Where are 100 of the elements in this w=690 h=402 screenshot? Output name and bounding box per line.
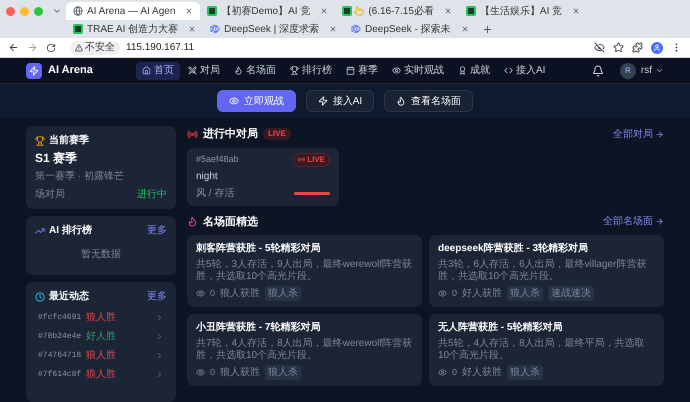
highlight-card[interactable]: 无人阵营获胜 - 5轮精彩对局 共5轮，4人存活，8人出局，最终平局，共选取10个高光片段。 0 好人获胜 狼人杀 [429,314,664,386]
flame-icon [187,216,198,228]
extensions-icon[interactable] [632,42,643,53]
highlight-card[interactable]: 刺客阵营获胜 - 5轮精彩对局 共5轮，3人存活，9人出局，最终werewolf阵营获胜，共选取10个高光片段。 0 狼人获胜 狼人杀 [187,235,422,307]
browser-tab[interactable]: AI Arena — AI Agen [66,2,200,20]
highlight-description: 共5轮，3人存活，9人出局，最终werewolf阵营获胜，共选取10个高光片段。 [196,259,413,283]
url-text: 115.190.167.11 [126,41,194,55]
action-button[interactable]: 接入AI [306,90,374,112]
match-result: 狼人胜 [86,348,118,363]
nav-link[interactable]: 排行榜 [284,62,338,80]
close-tab-icon[interactable] [185,7,194,15]
close-tab-icon[interactable] [444,7,452,15]
tab-title: 【生活娱乐】AI 竞 [480,4,562,18]
chevron-icon [155,370,164,379]
chevron-icon [155,332,164,341]
caret-icon[interactable] [655,66,664,75]
action-button[interactable]: 查看名场面 [384,90,474,112]
card-title: 当前赛季 [49,133,89,148]
back-icon[interactable] [8,42,19,53]
highlight-title: 无人阵营获胜 - 5轮精彩对局 [438,320,564,335]
browser-tab[interactable]: (6.16-7.15必看 [335,2,459,20]
views-icon [438,289,447,298]
browser-tab[interactable]: DeepSeek - 探索未 [344,20,476,38]
bookmark-icon[interactable] [613,42,624,53]
match-id: #5aef48ab [196,152,239,166]
brand-name: AI Arena [48,63,93,78]
section-title: 进行中对局 [203,126,258,142]
nav-link[interactable]: 接入AI [498,62,552,80]
clock-icon [35,292,45,302]
eye-icon [228,96,239,106]
section-title: 名场面精选 [203,214,258,230]
address-bar[interactable]: 不安全 115.190.167.11 [64,40,586,56]
close-tab-icon[interactable] [188,25,196,33]
broadcast-icon [187,128,198,140]
highlight-title: deepseek阵营获胜 - 3轮精彩对局 [438,242,590,256]
warning-icon [75,44,83,52]
all-matches-link[interactable]: 全部对局 [613,126,664,142]
nav-link[interactable]: 成就 [452,62,496,80]
close-tab-icon[interactable] [460,25,469,33]
nav-link[interactable]: 名场面 [228,62,282,80]
recent-item[interactable]: #70b24e4e 好人胜 [35,329,167,344]
profile-icon[interactable] [651,42,663,54]
tab-title: DeepSeek | 深度求索 [224,22,319,36]
avatar[interactable]: R [620,62,636,78]
match-phase: night [196,170,219,184]
lightning-icon [29,66,39,76]
pointer-icon [354,6,364,16]
close-tab-icon[interactable] [328,25,337,33]
view-count: 0 [210,286,216,300]
reload-icon[interactable] [46,42,56,52]
site-icon [466,6,476,16]
new-tab-icon[interactable] [482,24,493,35]
close-tab-icon[interactable] [320,7,328,15]
trophy-icon [290,66,299,75]
notification-icon[interactable] [592,64,604,76]
card-title: 最近动态 [49,290,90,304]
recent-item[interactable]: #7f614c8f 狼人胜 [35,367,167,382]
forward-icon[interactable] [27,42,38,53]
recent-item[interactable]: #74764718 狼人胜 [35,348,167,363]
match-status: 风 / 存活 [196,186,234,200]
highlight-title: 刺客阵营获胜 - 5轮精彩对局 [196,241,322,256]
live-badge: LIVE [263,128,291,140]
nav-link[interactable]: 赛季 [340,62,384,80]
tab-title: AI Arena — AI Agen [87,4,176,18]
all-highlights-link[interactable]: 全部名场面 [603,214,664,230]
trend-icon [35,226,45,236]
user-name: rsf [640,64,652,78]
recent-item[interactable]: #fcfc4691 狼人胜 [35,310,167,325]
action-button[interactable]: 立即观战 [216,90,296,112]
match-result: 好人胜 [86,330,118,344]
browser-tab[interactable]: DeepSeek | 深度求索 [203,20,344,38]
more-link[interactable]: 更多 [147,289,167,304]
nav-link[interactable]: 实时观战 [386,62,450,80]
tab-title: (6.16-7.15必看 [368,4,434,18]
chevron-icon [155,351,164,360]
highlight-description: 共5轮，4人存活，8人出局，最终平局，共选取10个高光片段。 [438,338,646,362]
live-badge: LIVE [293,152,330,166]
match-result: 狼人胜 [86,368,118,382]
views-icon [196,289,205,298]
browser-tab[interactable]: 【初赛Demo】AI 竞 [200,2,336,20]
nav-link[interactable]: 对局 [182,62,226,80]
outcome-label: 好人获胜 [462,286,502,301]
eye-off-icon[interactable] [594,42,605,53]
highlight-card[interactable]: 小丑阵营获胜 - 7轮精彩对局 共7轮，4人存活，8人出局，最终werewolf阵营获胜，共选取10个高光片段。 0 狼人获胜 狼人杀 [187,314,422,386]
browser-tab[interactable]: 【生活娱乐】AI 竞 [458,2,588,20]
tab-title: DeepSeek - 探索未 [364,22,451,36]
match-id: #7f614c8f [38,368,82,380]
calendar-icon [346,66,355,75]
nav-link[interactable]: 首页 [136,62,180,80]
view-count: 0 [452,366,458,379]
browser-tab[interactable]: TRAE AI 创造力大赛 [66,20,204,38]
tag: 狼人杀 [507,365,544,380]
more-link[interactable]: 更多 [147,223,167,238]
site-icon [207,6,218,16]
close-tab-icon[interactable] [572,7,580,15]
live-match-card[interactable]: #5aef48ab LIVE night 风 / 存活 [187,148,339,206]
highlight-card[interactable]: deepseek阵营获胜 - 3轮精彩对局 共3轮，6人存活，6人出局，最终villager阵营获胜，共选取10个高光片段。 0 好人获胜 狼人杀 速战速决 [429,235,664,307]
tag: 狼人杀 [507,286,544,301]
flame-icon [234,66,243,75]
security-chip[interactable]: 不安全 [70,40,120,54]
